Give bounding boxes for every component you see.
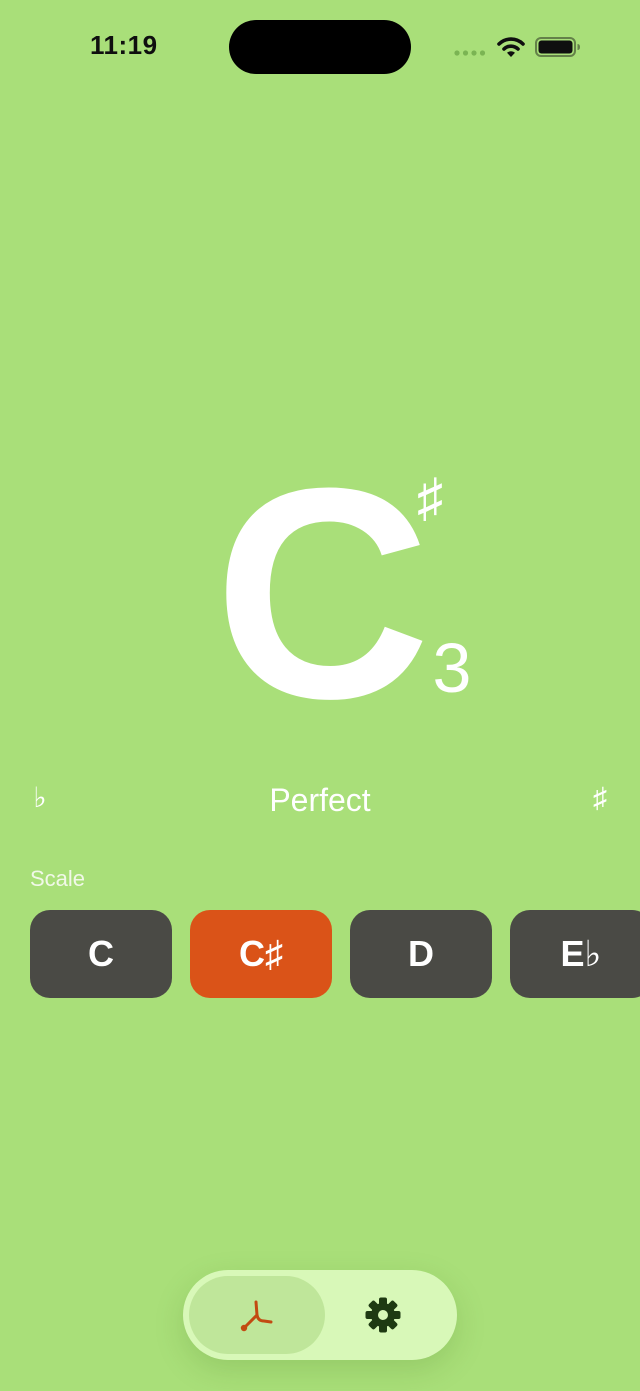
- scale-chip-d[interactable]: D: [350, 910, 492, 998]
- tab-bar: [183, 1270, 457, 1360]
- cellular-signal-icon: [454, 50, 486, 56]
- detected-note-accidental: ♯: [417, 469, 443, 527]
- flat-indicator: ♭: [33, 782, 47, 813]
- scale-label: Scale: [30, 866, 86, 891]
- scale-chip-c[interactable]: C: [30, 910, 172, 998]
- status-bar: 11:19: [0, 0, 640, 96]
- gear-icon: [365, 1297, 401, 1333]
- battery-icon: [535, 37, 580, 57]
- status-time: 11:19: [90, 30, 158, 60]
- tab-settings[interactable]: [315, 1276, 451, 1354]
- scale-chip-c-sharp[interactable]: C♯: [190, 910, 332, 998]
- tab-tuner[interactable]: [189, 1276, 325, 1354]
- detected-note-letter: C: [214, 425, 431, 761]
- sharp-indicator: ♯: [593, 782, 607, 813]
- detected-note-octave: 3: [432, 629, 472, 707]
- tuning-status-text: Perfect: [269, 782, 371, 818]
- dynamic-island: [229, 20, 411, 74]
- wifi-icon: [497, 37, 525, 57]
- scale-chip-e-flat[interactable]: E♭: [510, 910, 640, 998]
- scale-selector[interactable]: C C♯ D E♭: [0, 910, 640, 998]
- tuning-fork-icon: [240, 1300, 273, 1332]
